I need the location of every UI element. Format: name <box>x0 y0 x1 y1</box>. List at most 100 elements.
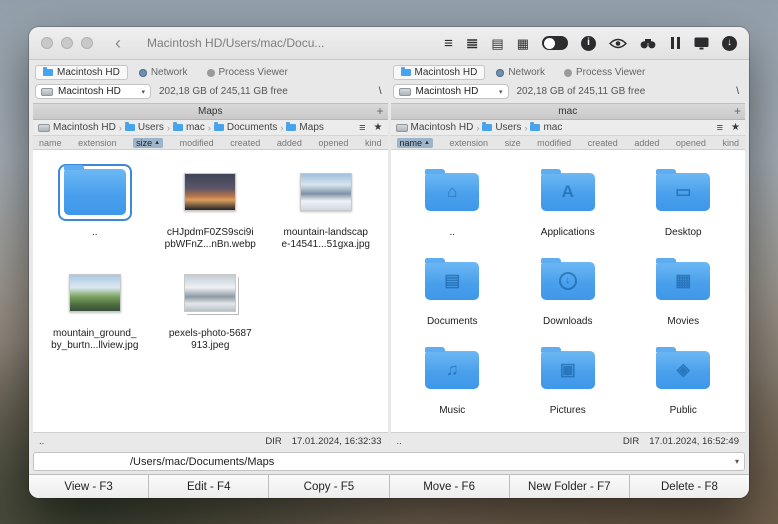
toolbar-icon-group: ≡ ≣ ▤ ▦ i ↓ <box>444 36 737 51</box>
pause-icon[interactable] <box>669 37 681 49</box>
disk-icon <box>396 124 408 132</box>
column-header-row: name▲ extension size modified created added op… <box>391 136 746 150</box>
folder-applications-glyph: A <box>541 173 595 211</box>
tab-label: Macintosh HD <box>415 67 478 78</box>
column-header-modified[interactable]: modified <box>180 138 214 148</box>
column-header-name[interactable]: name <box>39 138 62 148</box>
folder-documents-glyph: ▤ <box>425 262 479 300</box>
folder-item[interactable]: ▦Movies <box>626 249 742 328</box>
column-header-opened[interactable]: opened <box>318 138 348 148</box>
toggle-switch[interactable] <box>542 36 568 50</box>
tab-macintosh-hd[interactable]: Macintosh HD <box>393 65 486 80</box>
column-header-created[interactable]: created <box>230 138 260 148</box>
column-header-added[interactable]: added <box>634 138 659 148</box>
folder-item[interactable]: ▭Desktop <box>626 160 742 239</box>
column-header-size[interactable]: size <box>505 138 521 148</box>
column-header-size[interactable]: size▲ <box>133 138 163 148</box>
back-button[interactable]: ‹ <box>115 34 121 52</box>
folder-item[interactable]: ♫Music <box>395 338 511 417</box>
folder-item[interactable]: ⌂.. <box>395 160 511 239</box>
new-folder-button[interactable]: New Folder - F7 <box>510 475 630 498</box>
column-header-added[interactable]: added <box>277 138 302 148</box>
tab-process-viewer[interactable]: Process Viewer <box>556 65 653 80</box>
column-header-name[interactable]: name▲ <box>397 138 433 148</box>
command-line[interactable]: /Users/mac/Documents/Maps ▾ <box>33 452 745 471</box>
add-tab-button[interactable]: + <box>734 104 741 119</box>
column-header-extension[interactable]: extension <box>450 138 489 148</box>
tab-label: Network <box>151 67 188 78</box>
crumb-separator: › <box>524 123 527 133</box>
grid-small-icon[interactable]: ▤ <box>491 37 503 50</box>
pane-title-bar[interactable]: mac + <box>391 103 746 120</box>
bookmark-star-icon[interactable]: ★ <box>731 122 740 133</box>
delete-button[interactable]: Delete - F8 <box>630 475 749 498</box>
column-header-kind[interactable]: kind <box>365 138 382 148</box>
breadcrumb-item-mac[interactable]: mac <box>173 122 205 133</box>
info-icon[interactable]: i <box>581 36 596 51</box>
view-button[interactable]: View - F3 <box>29 475 149 498</box>
breadcrumb-item-mac[interactable]: mac <box>530 122 562 133</box>
breadcrumb-item-documents[interactable]: Documents <box>214 122 278 133</box>
crumb-separator: › <box>167 123 170 133</box>
file-item[interactable]: mountain-landscape-14541...51gxa.jpg <box>268 160 384 251</box>
folder-desktop: ▭ <box>656 173 710 211</box>
breadcrumb-item-maps[interactable]: Maps <box>286 122 323 133</box>
folder-item[interactable]: ▣Pictures <box>510 338 626 417</box>
pane-title-bar[interactable]: Maps + <box>33 103 388 120</box>
breadcrumb-item-macintosh-hd[interactable]: Macintosh HD <box>396 122 474 133</box>
breadcrumb-item-users[interactable]: Users <box>125 122 164 133</box>
file-item[interactable]: cHJpdmF0ZS9sci9ipbWFnZ...nBn.webp <box>153 160 269 251</box>
item-label: Documents <box>427 316 478 328</box>
display-icon[interactable] <box>694 37 709 50</box>
column-header-extension[interactable]: extension <box>78 138 117 148</box>
folder-item[interactable]: ▤ Documents <box>395 249 511 328</box>
tab-network[interactable]: Network <box>131 65 196 80</box>
breadcrumb-item-macintosh-hd[interactable]: Macintosh HD <box>38 122 116 133</box>
tab-label: Process Viewer <box>219 67 288 78</box>
folder-plain <box>64 169 126 215</box>
download-icon[interactable]: ↓ <box>722 36 737 51</box>
bookmark-star-icon[interactable]: ★ <box>374 122 383 133</box>
close-button[interactable] <box>41 37 53 49</box>
column-header-modified[interactable]: modified <box>537 138 571 148</box>
add-tab-button[interactable]: + <box>376 104 383 119</box>
drive-selector[interactable]: Macintosh HD ▾ <box>35 84 151 99</box>
zoom-button[interactable] <box>81 37 93 49</box>
folder-item[interactable]: .. <box>37 160 153 251</box>
item-icon-box <box>69 261 121 325</box>
binoculars-icon[interactable] <box>640 38 656 49</box>
pane-title: mac <box>558 106 577 117</box>
minimize-button[interactable] <box>61 37 73 49</box>
folder-item[interactable]: ◈Public <box>626 338 742 417</box>
breadcrumb-menu-icon[interactable]: ≡ <box>717 122 723 134</box>
drive-selector[interactable]: Macintosh HD ▾ <box>393 84 509 99</box>
item-icon-box: ◈ <box>656 338 710 402</box>
copy-button[interactable]: Copy - F5 <box>269 475 389 498</box>
folder-item[interactable]: AApplications <box>510 160 626 239</box>
process-icon <box>207 69 215 77</box>
edit-button[interactable]: Edit - F4 <box>149 475 269 498</box>
image-thumbnail <box>184 274 236 312</box>
grid-large-icon[interactable]: ▦ <box>517 37 529 50</box>
eye-icon[interactable] <box>609 38 627 49</box>
breadcrumb-menu-icon[interactable]: ≡ <box>359 122 365 134</box>
tab-process-viewer[interactable]: Process Viewer <box>199 65 296 80</box>
breadcrumb-item-users[interactable]: Users <box>482 122 521 133</box>
column-header-opened[interactable]: opened <box>676 138 706 148</box>
column-header-kind[interactable]: kind <box>722 138 739 148</box>
folder-item[interactable]: ↓Downloads <box>510 249 626 328</box>
list-icon[interactable]: ≣ <box>466 36 479 51</box>
command-history-chevron-icon[interactable]: ▾ <box>735 457 739 466</box>
menu-icon[interactable]: ≡ <box>444 36 453 51</box>
move-button[interactable]: Move - F6 <box>390 475 510 498</box>
file-item[interactable]: mountain_ground_by_burtn...llview.jpg <box>37 261 153 352</box>
column-header-created[interactable]: created <box>588 138 618 148</box>
tab-macintosh-hd[interactable]: Macintosh HD <box>35 65 128 80</box>
left-tab-bar: Macintosh HD Network Process Viewer <box>33 63 388 80</box>
crumb-label: Maps <box>299 122 323 133</box>
file-item[interactable]: pexels-photo-5687913.jpeg <box>153 261 269 352</box>
root-shortcut-button[interactable]: \ <box>732 86 743 97</box>
root-shortcut-button[interactable]: \ <box>375 86 386 97</box>
sort-arrow-icon: ▲ <box>154 140 160 146</box>
tab-network[interactable]: Network <box>488 65 553 80</box>
